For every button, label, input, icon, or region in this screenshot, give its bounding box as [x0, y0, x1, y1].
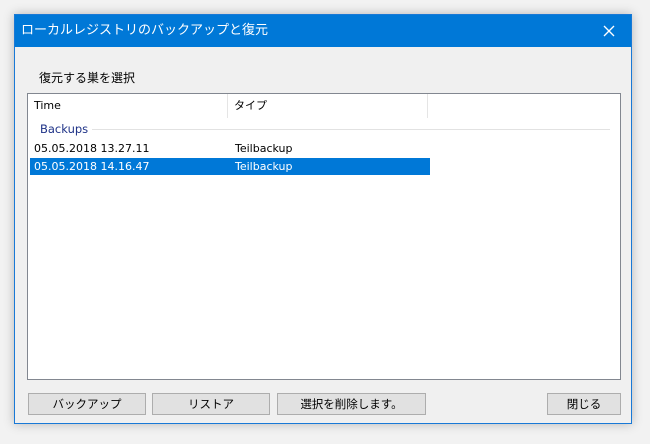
- column-header-empty: [428, 94, 620, 118]
- restore-button[interactable]: リストア: [152, 393, 270, 415]
- list-item-selected[interactable]: 05.05.2018 14.16.47 Teilbackup: [30, 158, 430, 175]
- close-icon: [603, 25, 615, 37]
- column-header-time[interactable]: Time: [28, 94, 228, 118]
- window-title: ローカルレジストリのバックアップと復元: [21, 23, 269, 38]
- list-item-time: 05.05.2018 13.27.11: [34, 142, 150, 155]
- backup-button[interactable]: バックアップ: [28, 393, 146, 415]
- group-label: Backups: [40, 120, 93, 138]
- delete-selection-button[interactable]: 選択を削除します。: [277, 393, 426, 415]
- list-header: Time タイプ: [28, 94, 620, 118]
- group-header[interactable]: Backups: [28, 120, 620, 138]
- list-item-type: Teilbackup: [235, 142, 293, 155]
- instruction-label: 復元する巣を選択: [39, 71, 136, 85]
- dialog-window: ローカルレジストリのバックアップと復元 復元する巣を選択 Time タイプ Ba…: [14, 14, 632, 424]
- backup-list[interactable]: Time タイプ Backups 05.05.2018 13.27.11 Tei…: [27, 93, 621, 380]
- title-bar[interactable]: ローカルレジストリのバックアップと復元: [15, 15, 631, 47]
- list-item[interactable]: 05.05.2018 13.27.11 Teilbackup: [30, 140, 430, 157]
- close-dialog-button[interactable]: 閉じる: [547, 393, 621, 415]
- group-divider: [88, 129, 610, 130]
- close-button[interactable]: [587, 15, 631, 47]
- list-item-time: 05.05.2018 14.16.47: [34, 160, 150, 173]
- list-item-type: Teilbackup: [235, 160, 293, 173]
- column-header-type[interactable]: タイプ: [228, 94, 428, 118]
